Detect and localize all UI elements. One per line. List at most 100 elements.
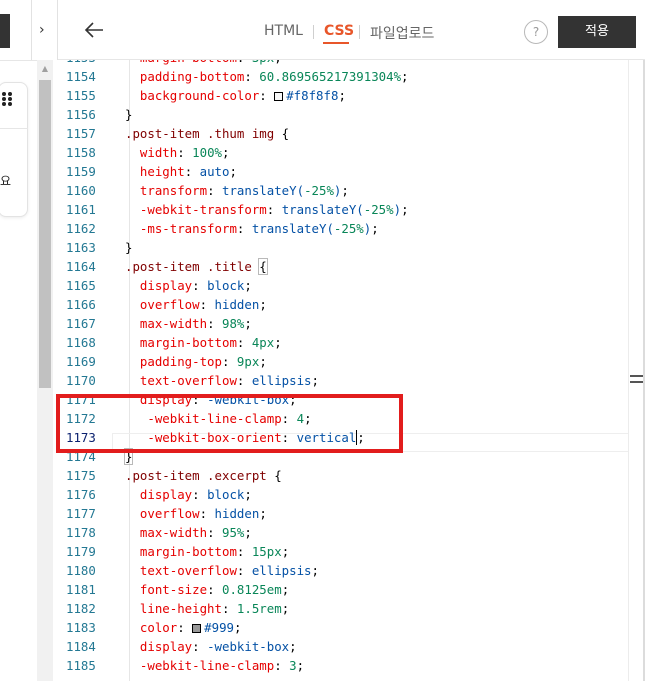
code-line[interactable]: 1179 margin-bottom: 15px; (58, 542, 628, 561)
line-number: 1157 (66, 126, 96, 141)
line-number: 1163 (66, 240, 96, 255)
code-text[interactable]: text-overflow: ellipsis; (125, 371, 319, 390)
line-number: 1184 (66, 639, 96, 654)
code-line[interactable]: 1155 background-color: #f8f8f8; (58, 86, 628, 105)
line-number: 1180 (66, 563, 96, 578)
code-text[interactable]: .post-item .title { (125, 257, 268, 276)
scroll-up-arrow-icon[interactable]: ▲ (40, 64, 50, 74)
line-number: 1155 (66, 88, 96, 103)
code-line[interactable]: 1178 max-width: 95%; (58, 523, 628, 542)
line-number: 1160 (66, 183, 96, 198)
arrow-left-icon[interactable] (82, 18, 106, 42)
code-text[interactable]: display: -webkit-box; (125, 637, 297, 656)
code-line[interactable]: 1182 line-height: 1.5rem; (58, 599, 628, 618)
code-text[interactable]: display: block; (125, 485, 252, 504)
left-panel-scroll-thumb[interactable] (39, 80, 51, 388)
code-line[interactable]: 1160 transform: translateY(-25%); (58, 181, 628, 200)
code-line[interactable]: 1166 overflow: hidden; (58, 295, 628, 314)
code-line[interactable]: 1185 -webkit-line-clamp: 3; (58, 656, 628, 675)
line-number: 1162 (66, 221, 96, 236)
scrollbar-position-marker (630, 381, 644, 383)
active-tab-underline (323, 42, 349, 44)
line-number: 1170 (66, 373, 96, 388)
code-line[interactable]: 1158 width: 100%; (58, 143, 628, 162)
code-line[interactable]: 1181 font-size: 0.8125em; (58, 580, 628, 599)
code-text[interactable]: padding-bottom: 60.869565217391304%; (125, 67, 409, 86)
code-text[interactable]: width: 100%; (125, 143, 230, 162)
line-number: 1161 (66, 202, 96, 217)
code-line[interactable]: 1170 text-overflow: ellipsis; (58, 371, 628, 390)
code-text[interactable]: -ms-transform: translateY(-25%); (125, 219, 379, 238)
code-line[interactable]: 1156} (58, 105, 628, 124)
line-number: 1167 (66, 316, 96, 331)
tab-css[interactable]: CSS (324, 23, 354, 39)
code-text[interactable]: overflow: hidden; (125, 504, 267, 523)
line-number: 1182 (66, 601, 96, 616)
code-text[interactable]: margin-bottom: 15px; (125, 542, 289, 561)
code-text[interactable]: padding-top: 9px; (125, 352, 267, 371)
code-text[interactable]: .post-item .thum img { (125, 124, 289, 143)
tab-html[interactable]: HTML (264, 23, 303, 39)
tab-file-upload[interactable]: 파일업로드 (370, 23, 434, 43)
code-line[interactable]: 1164 .post-item .title { (58, 257, 628, 276)
code-line[interactable]: 1153 margin-bottom: 3px; (58, 60, 628, 67)
code-line[interactable]: 1184 display: -webkit-box; (58, 637, 628, 656)
apply-button[interactable]: 적용 (558, 16, 636, 48)
code-text[interactable]: max-width: 98%; (125, 314, 252, 333)
code-text[interactable]: margin-bottom: 3px; (125, 60, 282, 67)
code-line[interactable]: 1183 color: #999; (58, 618, 628, 637)
code-text[interactable]: max-width: 95%; (125, 523, 252, 542)
code-text[interactable]: background-color: #f8f8f8; (125, 86, 346, 105)
left-card-divider (0, 128, 28, 129)
line-number: 1165 (66, 278, 96, 293)
code-line[interactable]: 1154 padding-bottom: 60.869565217391304%… (58, 67, 628, 86)
tab-divider (313, 25, 314, 39)
code-line[interactable]: 1157 .post-item .thum img { (58, 124, 628, 143)
css-code-editor[interactable]: 1153 margin-bottom: 3px;1154 padding-bot… (58, 60, 645, 681)
code-text[interactable]: height: auto; (125, 162, 237, 181)
code-text[interactable]: display: block; (125, 276, 252, 295)
chevron-right-icon[interactable]: › (39, 22, 45, 38)
code-text[interactable]: overflow: hidden; (125, 295, 267, 314)
code-text[interactable]: color: #999; (125, 618, 242, 637)
code-text[interactable]: } (125, 238, 132, 257)
line-number: 1183 (66, 620, 96, 635)
code-line[interactable]: 1159 height: auto; (58, 162, 628, 181)
panel-toggle[interactable]: › (31, 0, 58, 60)
code-text[interactable]: -webkit-line-clamp: 3; (125, 656, 304, 675)
color-swatch[interactable] (274, 92, 284, 101)
code-text[interactable]: transform: translateY(-25%); (125, 181, 349, 200)
code-text[interactable]: line-height: 1.5rem; (125, 599, 289, 618)
code-line[interactable]: 1177 overflow: hidden; (58, 504, 628, 523)
left-panel-button-edge[interactable] (0, 14, 10, 48)
left-panel-truncated-label: 요 (0, 174, 12, 188)
code-line[interactable]: 1180 text-overflow: ellipsis; (58, 561, 628, 580)
code-line[interactable]: 1163} (58, 238, 628, 257)
code-line[interactable]: 1169 padding-top: 9px; (58, 352, 628, 371)
code-text[interactable]: font-size: 0.8125em; (125, 580, 289, 599)
line-number: 1179 (66, 544, 96, 559)
code-text[interactable]: } (125, 105, 132, 124)
code-line[interactable]: 1175 .post-item .excerpt { (58, 466, 628, 485)
drag-grip-icon[interactable] (0, 91, 14, 107)
code-text[interactable]: margin-bottom: 4px; (125, 333, 282, 352)
line-number: 1158 (66, 145, 96, 160)
left-panel: 요 (0, 0, 40, 681)
code-line[interactable]: 1165 display: block; (58, 276, 628, 295)
code-line[interactable]: 1162 -ms-transform: translateY(-25%); (58, 219, 628, 238)
code-text[interactable]: .post-item .excerpt { (125, 466, 282, 485)
color-swatch[interactable] (192, 624, 202, 633)
code-text[interactable]: text-overflow: ellipsis; (125, 561, 319, 580)
code-line[interactable]: 1167 max-width: 98%; (58, 314, 628, 333)
code-text[interactable]: -webkit-transform: translateY(-25%); (125, 200, 409, 219)
line-number: 1177 (66, 506, 96, 521)
code-line[interactable]: 1168 margin-bottom: 4px; (58, 333, 628, 352)
line-number: 1154 (66, 69, 96, 84)
question-circle-icon[interactable]: ? (524, 20, 548, 44)
code-line[interactable]: 1176 display: block; (58, 485, 628, 504)
line-number: 1181 (66, 582, 96, 597)
tab-divider (359, 25, 360, 39)
line-number: 1164 (66, 259, 96, 274)
code-line[interactable]: 1161 -webkit-transform: translateY(-25%)… (58, 200, 628, 219)
left-panel-divider (0, 60, 37, 61)
